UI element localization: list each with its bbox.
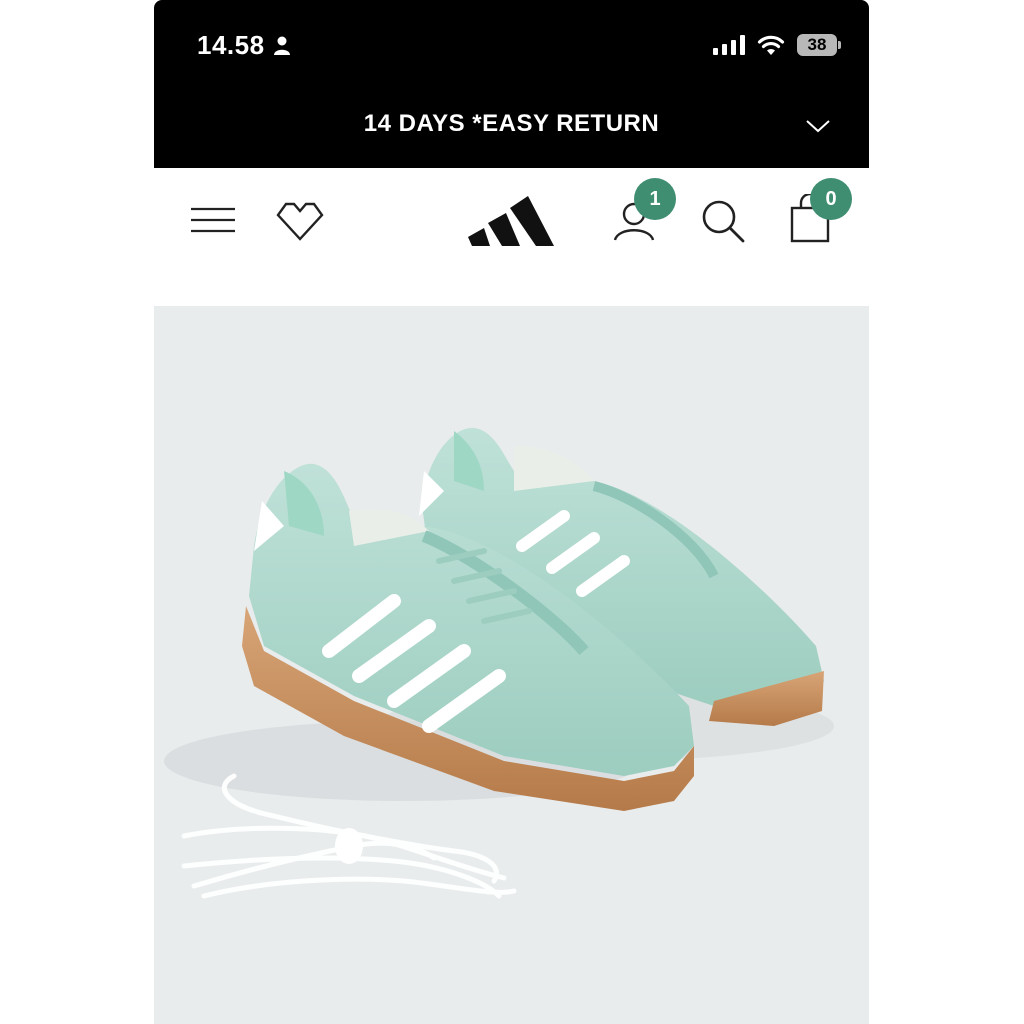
nav-bar: 1 0	[154, 168, 869, 278]
account-badge: 1	[634, 178, 676, 220]
cart-badge: 0	[810, 178, 852, 220]
account-button[interactable]: 1	[610, 178, 700, 258]
product-image[interactable]	[154, 306, 869, 1024]
sneakers-illustration	[164, 427, 834, 899]
person-icon	[273, 36, 290, 55]
adidas-logo[interactable]	[466, 190, 558, 248]
heart-icon[interactable]	[274, 198, 326, 242]
signal-icon	[713, 35, 745, 55]
status-time: 14.58	[197, 30, 291, 61]
battery-icon: 38	[797, 34, 841, 56]
search-icon[interactable]	[700, 198, 746, 244]
chevron-down-icon[interactable]	[805, 118, 831, 134]
menu-icon[interactable]	[190, 206, 236, 234]
promo-text[interactable]: 14 DAYS *EASY RETURN	[154, 110, 869, 138]
time-label: 14.58	[197, 30, 265, 60]
phone-screen: 14.58 38 14 DAYS *EASY RETURN 1 0	[154, 0, 869, 1024]
wifi-icon	[757, 35, 785, 55]
battery-level: 38	[807, 35, 827, 54]
top-header: 14.58 38 14 DAYS *EASY RETURN	[154, 0, 869, 168]
cart-button[interactable]: 0	[786, 176, 866, 256]
status-icons: 38	[713, 34, 841, 56]
